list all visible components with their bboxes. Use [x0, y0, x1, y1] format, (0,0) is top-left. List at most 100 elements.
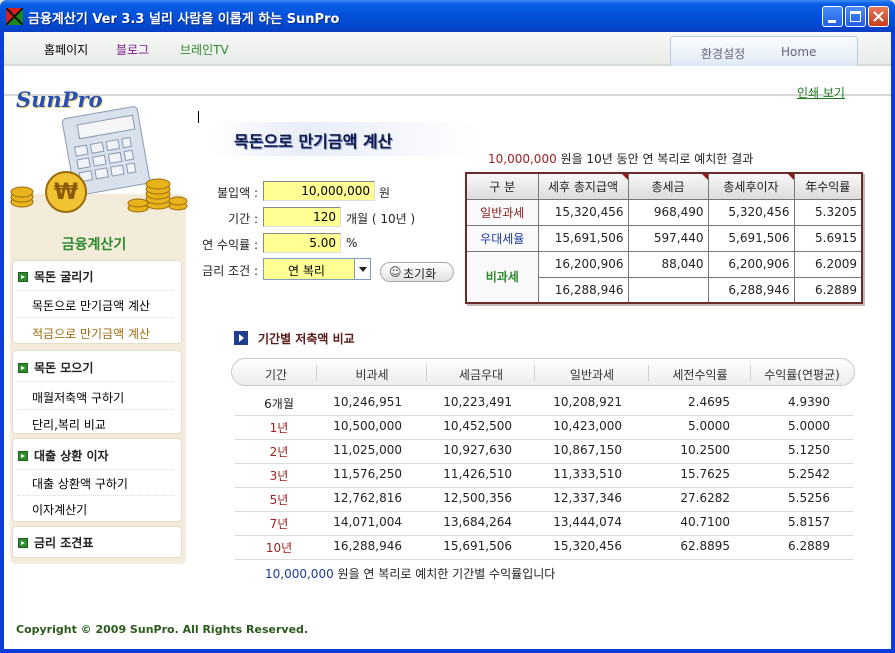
- result-cell: 6,200,906: [707, 250, 795, 278]
- top-nav: 홈페이지 블로그 브레인TV 환경설정 Home: [4, 32, 891, 66]
- maximize-button[interactable]: [845, 6, 866, 27]
- title-bar[interactable]: 금융계산기 Ver 3.3 널리 사람을 이롭게 하는 SunPro: [0, 0, 895, 32]
- nav-blog-link[interactable]: 블로그: [116, 41, 149, 58]
- compare-value-cell: 15,691,506: [443, 539, 512, 553]
- print-view-link[interactable]: 인쇄 보기: [797, 84, 845, 101]
- reset-button-label: 초기화: [403, 267, 437, 281]
- result-cell: [627, 276, 709, 304]
- sidebar-divider: [18, 409, 174, 410]
- compare-value-cell: 62.8895: [680, 539, 730, 553]
- section-bullet-icon: [18, 538, 28, 548]
- sidebar-head-loan[interactable]: 대출 상환 이자: [34, 447, 109, 464]
- nav-braintv-link[interactable]: 브레인TV: [180, 41, 229, 58]
- result-cell: 5.3205: [793, 198, 863, 226]
- result-header-yield: 年수익률: [793, 172, 863, 200]
- result-cell: 15,320,456: [537, 198, 629, 226]
- result-cell: 5,691,506: [707, 224, 795, 252]
- result-cell: 15,691,506: [537, 224, 629, 252]
- condition-select[interactable]: 연 복리: [263, 258, 371, 280]
- result-row-label: 우대세율: [465, 224, 539, 252]
- sidebar-item-simple-compound[interactable]: 단리,복리 비교: [32, 416, 106, 433]
- app-window: 금융계산기 Ver 3.3 널리 사람을 이롭게 하는 SunPro 홈페이지 …: [0, 0, 895, 653]
- compare-footer-amount: 10,000,000: [265, 567, 334, 581]
- minimize-button[interactable]: [822, 6, 843, 27]
- deposit-input[interactable]: [263, 181, 375, 201]
- sidebar-divider: [18, 317, 174, 318]
- sidebar-divider: [18, 469, 174, 470]
- compare-value-cell: 10,208,921: [553, 395, 622, 409]
- compare-value-cell: 2.4695: [688, 395, 730, 409]
- compare-row-divider: [234, 559, 854, 560]
- result-cell: 16,200,906: [537, 250, 629, 278]
- section-bullet-icon: [18, 363, 28, 373]
- chevron-down-icon[interactable]: [354, 259, 370, 279]
- sidebar-item-loan-repay[interactable]: 대출 상환액 구하기: [32, 475, 128, 492]
- period-unit: 개월 ( 10년 ): [346, 212, 416, 226]
- result-table-header: 구 분 세후 총지급액 총세금 총세후이자 年수익률: [465, 172, 863, 200]
- rate-input[interactable]: [263, 233, 341, 253]
- app-icon: [6, 8, 23, 25]
- period-input[interactable]: [263, 207, 341, 227]
- settings-link[interactable]: 환경설정: [701, 45, 745, 62]
- sidebar-divider: [18, 381, 174, 382]
- compare-value-cell: 27.6282: [680, 491, 730, 505]
- compare-header-pretax: 세전수익률: [672, 368, 728, 382]
- compare-value-cell: 10,246,951: [333, 395, 402, 409]
- sidebar-head-invest[interactable]: 목돈 굴리기: [34, 268, 93, 285]
- result-caption: 10,000,000 원을 10년 동안 연 복리로 예치한 결과: [488, 150, 753, 167]
- compare-value-cell: 5.1250: [788, 443, 830, 457]
- result-cell: 6.2009: [793, 250, 863, 278]
- close-button[interactable]: [868, 6, 889, 27]
- compare-header: 기간 비과세 세금우대 일반과세 세전수익률 수익률(연평균): [231, 358, 855, 386]
- compare-value-cell: 13,444,074: [553, 515, 622, 529]
- sidebar-item-monthly-saving[interactable]: 매월저축액 구하기: [32, 389, 124, 406]
- result-header-total: 세후 총지급액: [537, 172, 629, 200]
- sidebar-item-interest-calc[interactable]: 이자계산기: [32, 501, 87, 518]
- header-separator: [316, 365, 317, 381]
- compare-header-taxfree: 비과세: [355, 368, 389, 382]
- rate-label: 연 수익률 :: [202, 238, 258, 252]
- header-separator: [750, 365, 751, 381]
- compare-value-cell: 11,576,250: [333, 467, 402, 481]
- header-separator: [426, 365, 427, 381]
- condition-label: 금리 조건 :: [202, 264, 258, 278]
- compare-value-cell: 5.0000: [688, 419, 730, 433]
- client-area: 홈페이지 블로그 브레인TV 환경설정 Home 인쇄 보기 SunPro ₩ …: [4, 32, 891, 649]
- compare-value-cell: 14,071,004: [333, 515, 402, 529]
- sidebar-item-savings-maturity[interactable]: 적금으로 만기금액 계산: [32, 325, 150, 342]
- compare-header-preferential: 세금우대: [458, 368, 504, 382]
- compare-row-divider: [234, 535, 854, 536]
- compare-value-cell: 15,320,456: [553, 539, 622, 553]
- page-title: 목돈으로 만기금액 계산: [234, 132, 393, 151]
- calculator-coins-illustration: ₩: [10, 106, 188, 213]
- svg-text:₩: ₩: [54, 180, 78, 205]
- compare-footer: 10,000,000 원을 연 복리로 예치한 기간별 수익률입니다: [265, 565, 555, 582]
- compare-value-cell: 16,288,946: [333, 539, 402, 553]
- nav-homepage-link[interactable]: 홈페이지: [44, 41, 88, 58]
- sidebar-item-lump-maturity[interactable]: 목돈으로 만기금액 계산: [32, 297, 150, 314]
- home-link[interactable]: Home: [781, 45, 816, 59]
- compare-row-divider: [234, 415, 854, 416]
- compare-row-divider: [234, 439, 854, 440]
- result-caption-amount: 10,000,000: [488, 152, 557, 166]
- compare-period-cell: 10년: [265, 541, 293, 555]
- sidebar-head-save[interactable]: 목돈 모으기: [34, 359, 93, 376]
- result-cell: 597,440: [627, 224, 709, 252]
- reset-button[interactable]: ☺ 초기화: [380, 262, 454, 282]
- compare-value-cell: 10,927,630: [443, 443, 512, 457]
- compare-value-cell: 10,500,000: [333, 419, 402, 433]
- settings-tab[interactable]: 환경설정 Home: [670, 36, 858, 66]
- result-row-label: 일반과세: [465, 198, 539, 226]
- sidebar-head-rate-table[interactable]: 금리 조견표: [34, 534, 93, 551]
- arrow-right-icon: [234, 331, 248, 345]
- compare-period-cell: 7년: [269, 517, 289, 531]
- compare-value-cell: 10,867,150: [553, 443, 622, 457]
- result-cell: 5.6915: [793, 224, 863, 252]
- compare-value-cell: 11,426,510: [443, 467, 512, 481]
- compare-row-divider: [234, 463, 854, 464]
- condition-select-value: 연 복리: [288, 264, 325, 278]
- compare-value-cell: 12,337,346: [553, 491, 622, 505]
- header-divider: [4, 94, 891, 96]
- compare-value-cell: 10,423,000: [553, 419, 622, 433]
- compare-value-cell: 4.9390: [788, 395, 830, 409]
